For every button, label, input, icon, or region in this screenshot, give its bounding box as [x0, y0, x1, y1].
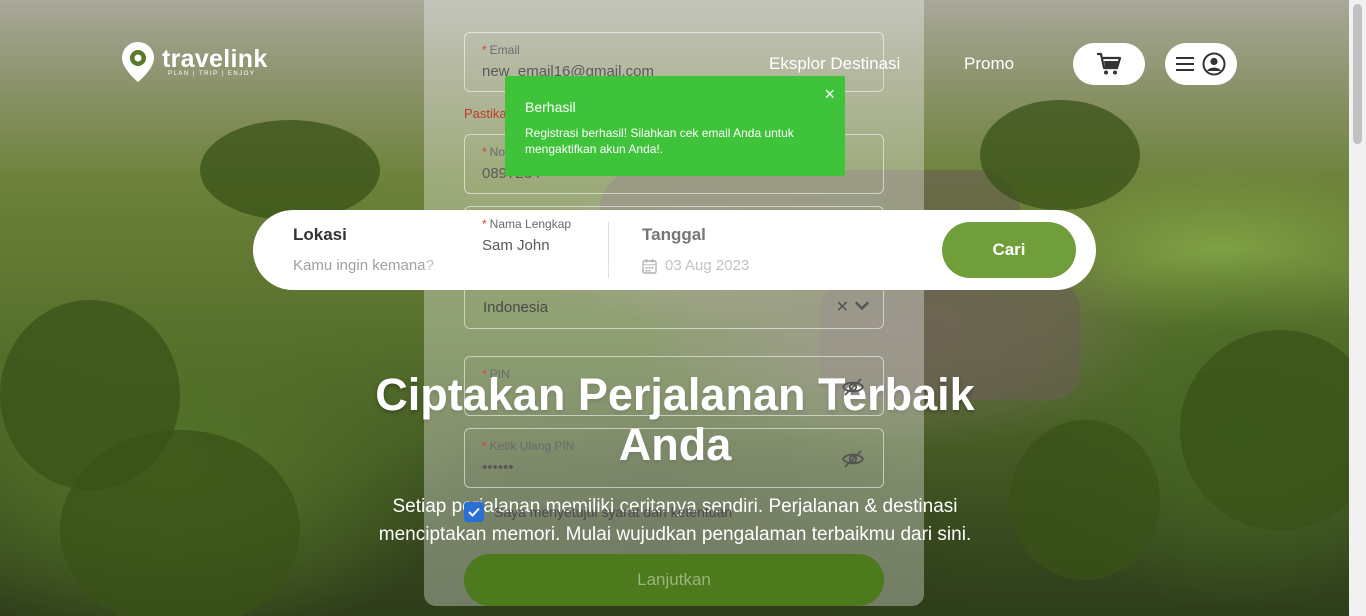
terms-text: Saya menyetujui syarat dan ketentuan	[494, 504, 733, 520]
user-avatar-icon	[1202, 52, 1226, 76]
phone-label: No	[489, 145, 506, 159]
email-warning: Pastika	[464, 106, 507, 121]
travelink-logo[interactable]: travelink PLAN | TRIP | ENJOY	[120, 40, 268, 84]
brand-tagline: PLAN | TRIP | ENJOY	[168, 71, 256, 77]
terms-checkbox[interactable]	[464, 502, 484, 522]
pin-field[interactable]: * PIN	[464, 356, 884, 416]
map-pin-logo-icon	[122, 42, 154, 82]
eye-slash-icon[interactable]	[841, 449, 865, 469]
pin-confirm-input[interactable]: ••••••	[482, 459, 514, 476]
pin-confirm-field[interactable]: * Ketik Ulang PIN ••••••	[464, 428, 884, 488]
eye-slash-icon[interactable]	[841, 377, 865, 397]
close-icon[interactable]: ×	[824, 84, 835, 105]
location-input[interactable]: Kamu ingin kemana?	[293, 257, 434, 274]
country-select[interactable]: Indonesia ✕	[464, 282, 884, 329]
scrollbar-thumb[interactable]	[1353, 4, 1362, 144]
continue-button[interactable]: Lanjutkan	[464, 554, 884, 606]
location-field[interactable]: Lokasi Kamu ingin kemana?	[293, 225, 434, 274]
cart-button[interactable]	[1073, 43, 1145, 85]
location-label: Lokasi	[293, 225, 347, 244]
pin-confirm-label: Ketik Ulang PIN	[489, 439, 575, 453]
full-name-field[interactable]: * Nama Lengkap Sam John	[464, 206, 884, 266]
country-value: Indonesia	[483, 299, 549, 316]
email-label: Email	[489, 43, 520, 57]
search-button[interactable]: Cari	[942, 222, 1076, 278]
pin-label: PIN	[489, 367, 510, 381]
success-toast: Berhasil Registrasi berhasil! Silahkan c…	[505, 76, 845, 176]
clear-icon[interactable]: ✕	[836, 297, 849, 317]
full-name-input[interactable]: Sam John	[482, 237, 550, 254]
nav-promo[interactable]: Promo	[964, 54, 1014, 74]
page-scrollbar[interactable]	[1349, 0, 1366, 616]
chevron-down-icon[interactable]	[855, 301, 869, 311]
brand-name: travelink	[162, 45, 268, 73]
checkmark-icon	[468, 507, 480, 517]
toast-title: Berhasil	[525, 99, 576, 115]
full-name-label: Nama Lengkap	[489, 217, 572, 231]
hamburger-menu-icon	[1176, 57, 1194, 71]
cart-icon	[1097, 52, 1122, 75]
terms-agreement[interactable]: Saya menyetujui syarat dan ketentuan	[464, 502, 732, 522]
account-menu-button[interactable]	[1165, 43, 1237, 85]
toast-message: Registrasi berhasil! Silahkan cek email …	[525, 126, 794, 156]
